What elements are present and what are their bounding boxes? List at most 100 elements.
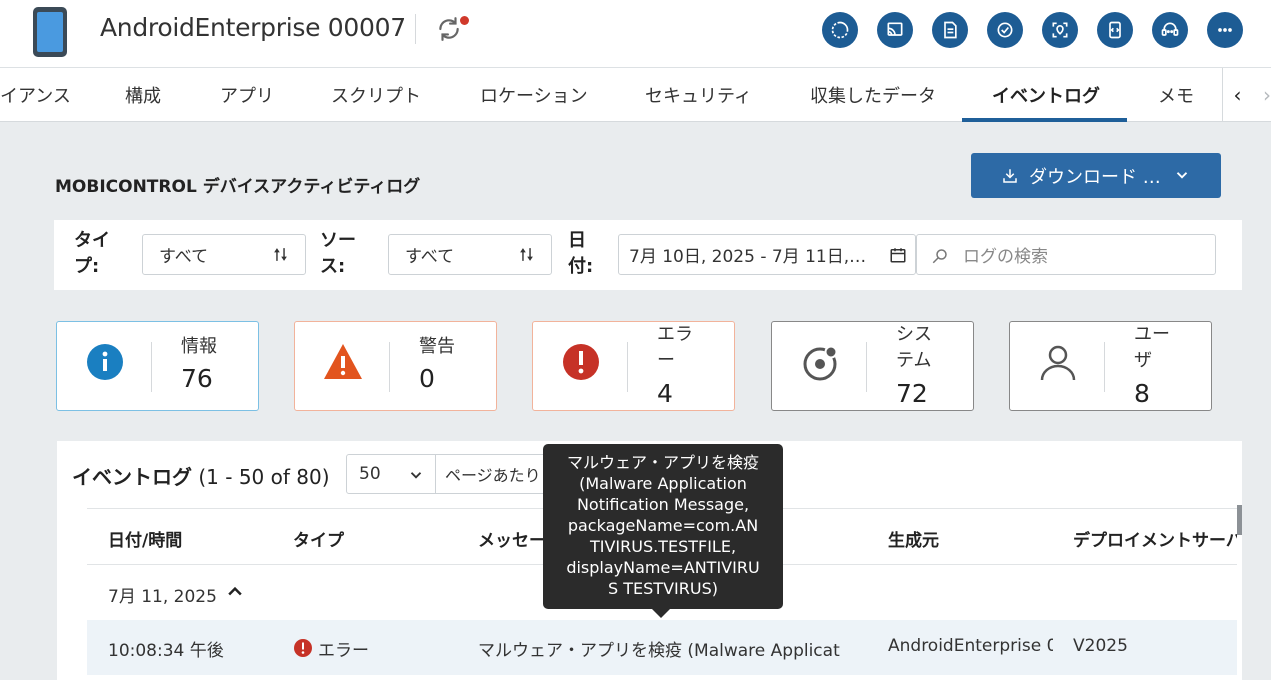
table-row[interactable]: 10:08:34 午後 エラー マルウェア・アプリを検疫 (Malware Ap…	[87, 620, 1237, 675]
tab-scroll-right-button[interactable]: ›	[1252, 68, 1271, 122]
calendar-icon	[890, 248, 906, 263]
tab-apps[interactable]: アプリ	[220, 82, 274, 108]
document-icon	[944, 21, 957, 39]
tab-location[interactable]: ロケーション	[480, 82, 588, 108]
date-range-picker[interactable]: 7月 10日, 2025 - 7月 11日,…	[618, 234, 916, 275]
row-deployment-server: V2025	[1073, 636, 1128, 656]
column-header-datetime[interactable]: 日付/時間	[108, 526, 182, 551]
log-search-input[interactable]: ログの検索	[916, 234, 1216, 275]
card-label: ユー ザ	[1134, 322, 1170, 374]
search-placeholder: ログの検索	[963, 247, 1048, 267]
system-summary-card[interactable]: シス テム 72	[771, 321, 974, 411]
tab-security[interactable]: セキュリティ	[645, 82, 752, 108]
card-count: 0	[419, 364, 435, 393]
sync-icon[interactable]	[436, 16, 462, 42]
tab-scroll-left-button[interactable]: ‹	[1222, 68, 1252, 122]
tooltip-line: packageName=com.AN	[567, 516, 759, 535]
device-title: AndroidEnterprise 00007	[100, 13, 406, 42]
android-device-icon	[33, 7, 67, 57]
row-source: AndroidEnterprise 0	[888, 636, 1053, 656]
tooltip-arrow	[652, 609, 670, 618]
message-tooltip: マルウェア・アプリを検疫 (Malware Application Notifi…	[543, 444, 783, 609]
support-chat-icon	[1161, 22, 1179, 36]
card-count: 8	[1134, 379, 1150, 408]
locate-button[interactable]	[1042, 12, 1078, 48]
card-count: 76	[181, 364, 213, 393]
card-divider	[151, 342, 152, 392]
scrollbar[interactable]	[1237, 505, 1242, 535]
divider	[415, 14, 416, 44]
tab-notes[interactable]: メモ	[1158, 82, 1194, 108]
sync-status-dot	[460, 16, 469, 25]
event-log-title: イベントログ	[72, 465, 192, 489]
card-label: エラ ー	[657, 322, 693, 374]
document-button[interactable]	[932, 12, 968, 48]
type-filter-label: タイ プ:	[74, 228, 110, 280]
info-summary-card[interactable]: 情報 76	[56, 321, 259, 411]
tab-event-log[interactable]: イベントログ	[992, 82, 1100, 108]
refresh-action-button[interactable]	[822, 12, 858, 48]
refresh-action-icon	[831, 21, 849, 39]
card-label-line2: ー	[657, 350, 675, 371]
tab-scripts[interactable]: スクリプト	[331, 82, 421, 108]
card-divider	[389, 342, 390, 392]
support-chat-button[interactable]	[1152, 12, 1188, 48]
script-button[interactable]	[1097, 12, 1133, 48]
warning-icon	[324, 344, 362, 379]
card-divider	[627, 342, 628, 392]
error-icon	[294, 639, 312, 657]
page-title: MOBICONTROL デバイスアクティビティログ	[55, 177, 421, 197]
tab-compliance[interactable]: イアンス	[0, 82, 71, 108]
tab-configuration[interactable]: 構成	[125, 82, 161, 108]
user-icon	[1040, 345, 1076, 381]
row-time: 10:08:34 午後	[108, 641, 224, 661]
date-label-line1: 日	[568, 230, 586, 251]
script-icon	[1109, 21, 1121, 39]
remote-view-button[interactable]	[877, 12, 913, 48]
device-header: AndroidEnterprise 00007	[0, 0, 1271, 68]
info-icon	[87, 344, 123, 380]
chevron-right-icon: ›	[1263, 83, 1271, 107]
user-summary-card[interactable]: ユー ザ 8	[1009, 321, 1212, 411]
check-compliance-button[interactable]	[987, 12, 1023, 48]
source-label-line2: ス:	[320, 256, 346, 277]
tab-collected-data[interactable]: 収集したデータ	[810, 82, 936, 108]
remote-view-icon	[887, 22, 903, 36]
type-filter-select[interactable]: すべて	[142, 234, 306, 275]
card-label-line1: ユー	[1134, 324, 1170, 345]
error-summary-card[interactable]: エラ ー 4	[532, 321, 735, 411]
card-label-line1: シス	[896, 324, 932, 345]
type-label-line2: プ:	[74, 256, 100, 277]
tooltip-line: displayName=ANTIVIRU	[566, 558, 760, 577]
source-filter-select[interactable]: すべて	[388, 234, 552, 275]
event-log-range: (1 - 50 of 80)	[198, 465, 330, 489]
column-header-source[interactable]: 生成元	[888, 526, 939, 551]
error-icon	[563, 344, 599, 380]
page-size-select[interactable]: 50	[346, 454, 436, 494]
device-tabs: イアンス 構成 アプリ スクリプト ロケーション セキュリティ 収集したデータ …	[0, 68, 1271, 122]
source-filter-value: すべて	[405, 247, 455, 267]
date-filter-label: 日 付:	[568, 228, 593, 280]
page-size-value: 50	[359, 464, 381, 484]
download-icon	[1003, 168, 1017, 183]
card-label-line2: テム	[896, 350, 932, 371]
download-button[interactable]: ダウンロード …	[971, 153, 1221, 198]
card-divider	[866, 342, 867, 392]
chevron-down-icon	[410, 472, 422, 479]
event-log-heading: イベントログ (1 - 50 of 80)	[72, 461, 330, 490]
card-count: 4	[657, 379, 673, 408]
more-button[interactable]	[1207, 12, 1243, 48]
tooltip-line: Notification Message,	[576, 495, 750, 514]
source-label-line1: ソー	[320, 230, 356, 251]
column-header-deployment-server[interactable]: デプロイメントサーバ	[1073, 526, 1237, 551]
warning-summary-card[interactable]: 警告 0	[294, 321, 497, 411]
column-header-message[interactable]: メッセー	[478, 526, 546, 551]
card-label-line2: ザ	[1134, 350, 1152, 371]
check-compliance-icon	[997, 22, 1013, 38]
column-header-type[interactable]: タイプ	[293, 526, 344, 551]
type-label-line1: タイ	[74, 230, 110, 251]
date-group-label: 7月 11, 2025	[108, 587, 217, 607]
chevron-left-icon: ‹	[1233, 83, 1242, 107]
filter-bar: タイ プ: すべて ソー ス: すべて 日 付: 7月 10日, 2025 - …	[54, 220, 1242, 290]
date-label-line2: 付:	[568, 256, 594, 277]
